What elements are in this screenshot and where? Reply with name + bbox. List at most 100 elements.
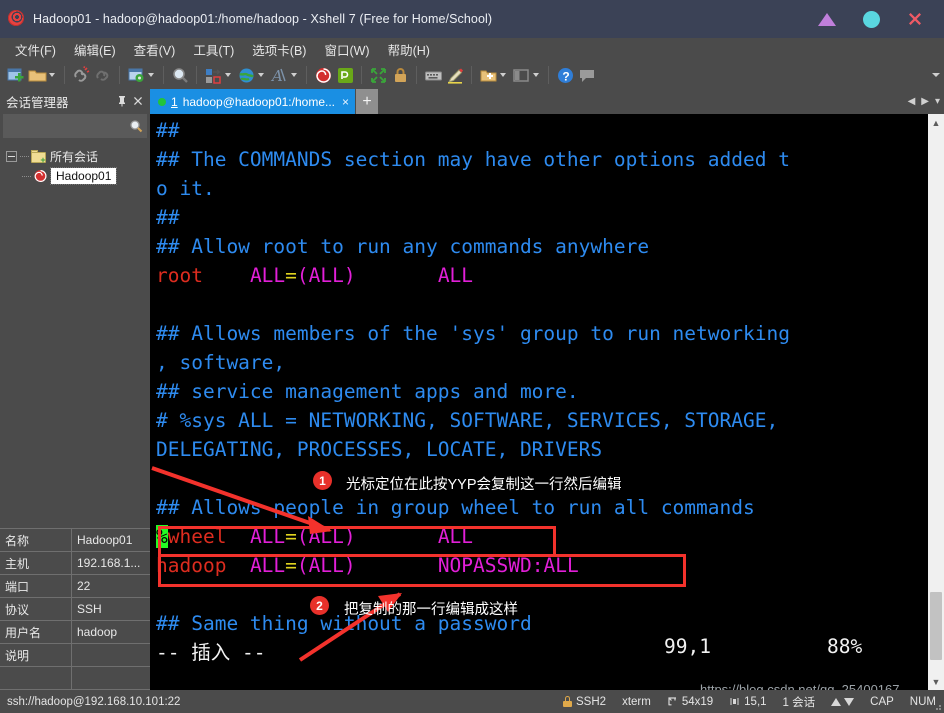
terminal-screen[interactable]: ## ## The COMMANDS section may have other… [150, 114, 928, 690]
reconnect-icon[interactable] [92, 64, 114, 86]
toolbar-overflow[interactable] [932, 61, 940, 89]
fullscreen-icon[interactable] [367, 64, 389, 86]
terminal-scroll-percent: 88% [827, 635, 863, 658]
terminal-line: root ALL=(ALL) ALL [156, 261, 928, 290]
menu-view[interactable]: 查看(V) [125, 38, 185, 61]
menu-edit[interactable]: 编辑(E) [65, 38, 125, 61]
terminal-line: ## Allows members of the 'sys' group to … [156, 319, 928, 348]
new-session-icon[interactable] [4, 64, 26, 86]
minimize-icon[interactable] [816, 8, 838, 30]
terminal-text: = [285, 554, 297, 577]
lock-icon[interactable] [389, 64, 411, 86]
menu-help[interactable]: 帮助(H) [379, 38, 439, 61]
font-icon[interactable]: A [268, 64, 290, 86]
menu-tools[interactable]: 工具(T) [184, 38, 243, 61]
font-caret-icon[interactable] [291, 73, 297, 77]
help-icon[interactable]: ? [554, 64, 576, 86]
terminal-line: ## Allows people in group wheel to run a… [156, 493, 928, 522]
session-icon [33, 169, 49, 183]
property-row: 说明 [0, 644, 150, 667]
add-to-folder-icon[interactable] [477, 64, 499, 86]
search-icon [130, 120, 143, 133]
tab-next-icon[interactable]: ▶ [921, 96, 929, 107]
toolbar-overflow-caret-icon[interactable] [932, 73, 940, 77]
session-manager-panel: 会话管理器 + 所有会话 Hadoop01 名称 Hadoop01 主机 192… [0, 89, 150, 690]
tree-node-all-sessions[interactable]: + 所有会话 [6, 146, 150, 166]
terminal-line: %wheel ALL=(ALL) ALL [156, 522, 928, 551]
session-properties-caret-icon[interactable] [148, 73, 154, 77]
session-manager-title: 会话管理器 [6, 95, 69, 110]
scrollbar-thumb[interactable] [930, 592, 942, 660]
terminal-text: -- 插入 -- [156, 641, 266, 664]
property-value: 22 [77, 579, 91, 593]
tab-list-icon[interactable]: ▾ [935, 96, 940, 107]
terminal-line: ## The COMMANDS section may have other o… [156, 145, 928, 174]
terminal-text: ## Same thing without a password [156, 612, 532, 635]
toolbar-separator [163, 66, 164, 84]
pin-icon[interactable] [114, 93, 130, 109]
menu-window[interactable]: 窗口(W) [315, 38, 378, 61]
connection-status-icon [158, 97, 166, 106]
terminal-text: ALL [249, 525, 286, 548]
feedback-icon[interactable] [576, 64, 598, 86]
close-icon[interactable] [130, 93, 146, 109]
xshell-spiral-icon [8, 10, 26, 28]
new-tab-button[interactable]: + [356, 89, 379, 114]
toolbar-separator [361, 66, 362, 84]
maximize-icon[interactable] [860, 8, 882, 30]
terminal-text: = [285, 264, 297, 287]
status-transfer-indicators [831, 697, 855, 706]
transfer-caret-icon[interactable] [225, 73, 231, 77]
terminal-text: ## [156, 119, 180, 142]
tree-node-label: Hadoop01 [49, 167, 118, 185]
property-key: 协议 [0, 598, 72, 620]
collapse-icon[interactable] [6, 150, 17, 162]
folder-icon: + [31, 149, 46, 164]
disconnect-icon[interactable] [70, 64, 92, 86]
toolbar-separator [416, 66, 417, 84]
menu-tab[interactable]: 选项卡(B) [243, 38, 315, 61]
terminal-text: ## service management apps and more. [156, 380, 579, 403]
session-properties-grid: 名称 Hadoop01 主机 192.168.1... 端口 22 协议 SSH… [0, 528, 150, 690]
tab-prev-icon[interactable]: ◀ [908, 96, 916, 107]
open-folder-caret-icon[interactable] [49, 73, 55, 77]
keyboard-icon[interactable] [422, 64, 444, 86]
terminal-scrollbar[interactable]: ▲ ▼ [928, 114, 944, 690]
scroll-down-icon[interactable]: ▼ [928, 673, 944, 690]
layout-icon[interactable] [510, 64, 532, 86]
open-folder-icon[interactable] [26, 64, 48, 86]
lock-icon [563, 696, 573, 707]
find-icon[interactable] [169, 64, 191, 86]
tab-hadoop-session[interactable]: 1 hadoop@hadoop01:/home... × [150, 89, 356, 114]
terminal-line: ## Allow root to run any commands anywhe… [156, 232, 928, 261]
session-properties-icon[interactable] [125, 64, 147, 86]
transfer-icon[interactable] [202, 64, 224, 86]
tree-connector [22, 175, 31, 177]
terminal-text: NOPASSWD:ALL [437, 554, 579, 577]
menu-file[interactable]: 文件(F) [6, 38, 65, 61]
highlight-icon[interactable] [444, 64, 466, 86]
resize-grip-icon[interactable] [932, 701, 942, 711]
property-value: hadoop [77, 625, 118, 639]
layout-caret-icon[interactable] [533, 73, 539, 77]
tab-nav-controls: ◀ ▶ ▾ [908, 89, 944, 114]
globe-icon[interactable] [235, 64, 257, 86]
xftp-icon[interactable] [334, 64, 356, 86]
tree-node-hadoop01[interactable]: Hadoop01 [6, 166, 150, 186]
scroll-up-icon[interactable]: ▲ [928, 114, 944, 131]
globe-caret-icon[interactable] [258, 73, 264, 77]
terminal-line: # %sys ALL = NETWORKING, SOFTWARE, SERVI… [156, 406, 928, 435]
session-search-input[interactable] [3, 114, 147, 138]
close-icon[interactable] [904, 8, 926, 30]
close-icon[interactable]: × [342, 95, 349, 109]
terminal-text: ## The COMMANDS section may have other o… [156, 148, 790, 171]
terminal-text: o it. [156, 177, 215, 200]
xshell-icon[interactable] [312, 64, 334, 86]
add-to-folder-caret-icon[interactable] [500, 73, 506, 77]
property-row: 主机 192.168.1... [0, 552, 150, 575]
toolbar-separator [64, 66, 65, 84]
